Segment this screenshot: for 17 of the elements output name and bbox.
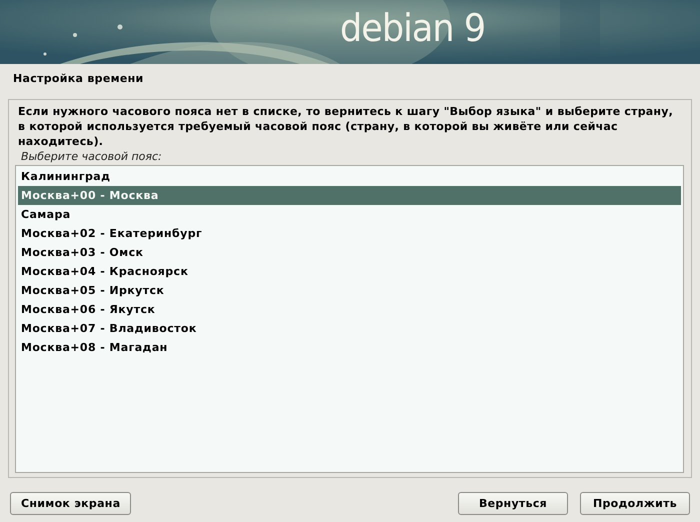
timezone-item[interactable]: Самара [18,205,681,224]
page-title: Настройка времени [12,71,145,87]
timezone-item[interactable]: Москва+05 - Иркутск [18,281,681,300]
back-button[interactable]: Вернуться [458,492,568,515]
timezone-item[interactable]: Москва+00 - Москва [18,186,681,205]
timezone-item[interactable]: Москва+08 - Магадан [18,338,681,357]
timezone-item[interactable]: Москва+04 - Красноярск [18,262,681,281]
screenshot-button[interactable]: Снимок экрана [10,492,132,515]
timezone-item[interactable]: Москва+03 - Омск [18,243,681,262]
instruction-text: Если нужного часового пояса нет в списке, то вернитесь к шагу "Выбор языка" и выберите страну, в которой используется требуемый часовой пояс (страну, в которой вы живёте или сейчас находитесь). [17,104,674,149]
prompt-label: Выберите часовой пояс: [20,149,163,165]
timezone-item[interactable]: Москва+06 - Якутск [18,300,681,319]
debian-logo: debian 9 [340,6,486,50]
timezone-item[interactable]: Калининград [18,167,681,186]
timezone-item[interactable]: Москва+07 - Владивосток [18,319,681,338]
continue-button[interactable]: Продолжить [580,492,690,515]
timezone-item[interactable]: Москва+02 - Екатеринбург [18,224,681,243]
